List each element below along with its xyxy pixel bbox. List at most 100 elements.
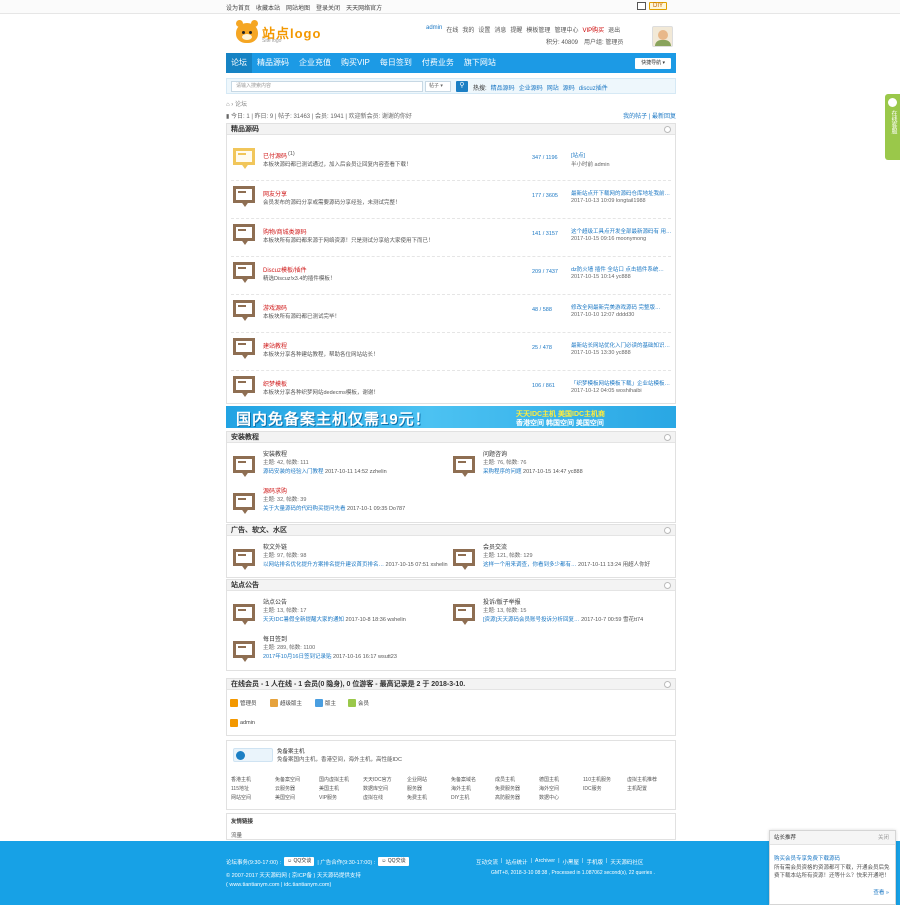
forum-icon[interactable] (233, 641, 256, 663)
partner-link[interactable]: 香港主机 (231, 776, 251, 783)
diy-button[interactable]: DIY (649, 2, 668, 10)
online-user[interactable]: admin (230, 719, 255, 727)
hot-item[interactable]: 企业源码 (519, 83, 543, 92)
admin-center-link[interactable]: 管理中心 (554, 25, 578, 34)
collapse-icon[interactable] (664, 681, 671, 688)
partner-link[interactable]: 成员主机 (495, 776, 515, 783)
forum-name[interactable]: 站点公告 (263, 597, 287, 606)
partner-link[interactable]: 高防服务器 (495, 794, 520, 801)
forum-name[interactable]: 问题咨询 (483, 449, 507, 458)
partner-link[interactable]: 数据库空间 (363, 785, 388, 792)
forum-last-post[interactable]: 最新站长网站优化入门必读的基础知识… (571, 341, 675, 349)
partner-link[interactable]: 网站空间 (231, 794, 251, 801)
partner-link[interactable]: 115地址 (231, 785, 249, 792)
messages-link[interactable]: 消息 (494, 25, 506, 34)
nav-daily-signin[interactable]: 每日签到 (375, 53, 417, 73)
top-link-official[interactable]: 天天网络官方 (346, 3, 382, 12)
footer-link[interactable]: 互动交流 (476, 858, 498, 866)
footer-link[interactable]: 站点统计 (505, 858, 527, 866)
nav-recharge[interactable]: 企业充值 (294, 53, 336, 73)
last-post-link[interactable]: 以网站排名优化提升方案排名提升建议首页排名… (263, 562, 384, 568)
hot-item[interactable]: 精品源码 (491, 83, 515, 92)
forum-icon[interactable] (453, 604, 476, 626)
partner-link[interactable]: IDC服务 (583, 785, 602, 792)
forum-last-post[interactable]: 修改全网最新完美游戏源码 完整版… (571, 303, 675, 311)
forum-icon[interactable] (233, 224, 256, 246)
forum-icon[interactable] (233, 338, 256, 360)
quick-nav-button[interactable]: 快捷导航 ▾ (635, 58, 671, 69)
vip-buy-link[interactable]: VIP购买 (582, 25, 604, 34)
forum-name[interactable]: Discuz模板/插件 (263, 265, 307, 274)
top-link-login[interactable]: 登录关闭 (316, 3, 340, 12)
collapse-icon[interactable] (664, 582, 671, 589)
nav-paid-services[interactable]: 付费业务 (417, 53, 459, 73)
last-post-link[interactable]: [资源]天天源码会员账号投诉分析回复… (483, 617, 580, 623)
partner-link[interactable]: 企业网站 (407, 776, 427, 783)
nav-premium-source[interactable]: 精品源码 (252, 53, 294, 73)
stats-right-links[interactable]: 我的帖子 | 最新回复 (623, 111, 676, 120)
usergroup-link[interactable]: 用户组: 管理员 (584, 37, 623, 46)
top-link-favorite[interactable]: 收藏本站 (256, 3, 280, 12)
partner-link[interactable]: 天天IDC官方 (363, 776, 392, 783)
notices-link[interactable]: 提醒 (510, 25, 522, 34)
partner-link[interactable]: 海外主机 (451, 785, 471, 792)
forum-icon[interactable] (233, 300, 256, 322)
footer-link[interactable]: 小黑屋 (563, 858, 580, 866)
partner-link[interactable]: 免备案空间 (275, 776, 300, 783)
partner-link[interactable]: 免费主机 (407, 794, 427, 801)
online-status[interactable]: 在线 (446, 25, 458, 34)
layout-toggle-icon[interactable] (637, 2, 646, 10)
partner-title[interactable]: 免备案主机 (277, 747, 305, 755)
partner-link[interactable]: 服务器 (407, 785, 422, 792)
forum-icon[interactable] (233, 493, 256, 515)
forum-name[interactable]: 购物/商城类源码 (263, 227, 307, 236)
footer-link[interactable]: Archiver (535, 858, 555, 866)
forum-name[interactable]: 软文外链 (263, 542, 287, 551)
forum-name[interactable]: 织梦模板 (263, 379, 287, 388)
partner-link[interactable]: 云服务器 (275, 785, 295, 792)
online-service-float[interactable]: 在线客服 (885, 94, 900, 160)
avatar[interactable] (652, 26, 673, 47)
forum-last-post[interactable]: 最新站点开下载网的源码仓库地址我前… (571, 189, 675, 197)
search-type-select[interactable]: 帖子 ▾ (425, 81, 451, 92)
forum-name[interactable]: 游戏源码 (263, 303, 287, 312)
template-admin-link[interactable]: 模板管理 (526, 25, 550, 34)
settings-link[interactable]: 设置 (478, 25, 490, 34)
forum-name[interactable]: 安装教程 (263, 449, 287, 458)
last-post-link[interactable]: 这样一个用来调查，你看到多少都有… (483, 562, 577, 568)
forum-name[interactable]: 会员交流 (483, 542, 507, 551)
forum-name[interactable]: 投诉/版子举报 (483, 597, 521, 606)
friend-link[interactable]: 流量 (231, 831, 242, 839)
search-button[interactable]: ⚲ (456, 81, 468, 92)
site-logo[interactable]: 站点logo Site logo (236, 20, 356, 47)
partner-link[interactable]: VIP服务 (319, 794, 337, 801)
collapse-icon[interactable] (664, 126, 671, 133)
footer-link[interactable]: 手机版 (586, 858, 603, 866)
popup-more-link[interactable]: 查看 » (873, 888, 889, 896)
forum-last-post[interactable]: [站点] (571, 151, 675, 159)
partner-link[interactable]: 数据中心 (539, 794, 559, 801)
hot-item[interactable]: 网站 (547, 83, 559, 92)
partner-link[interactable]: 虚拟在线 (363, 794, 383, 801)
forum-name[interactable]: 已付源码 (263, 151, 287, 160)
forum-icon[interactable] (233, 549, 256, 571)
partner-link[interactable]: 免费服务器 (495, 785, 520, 792)
forum-icon[interactable] (233, 186, 256, 208)
last-post-link[interactable]: 源码安装的经验入门教程 (263, 469, 324, 475)
last-post-link[interactable]: 采购程序的问题 (483, 469, 522, 475)
partner-link[interactable]: 免备案域名 (451, 776, 476, 783)
ad-banner[interactable]: 国内免备案主机仅需19元！ 天天IDC主机 美国IDC主机商 香港空间 韩国空间… (226, 406, 676, 428)
partner-link[interactable]: 虚拟主机推荐 (627, 776, 657, 783)
home-icon[interactable]: ⌂ (226, 102, 230, 108)
forum-last-post[interactable]: 「织梦模板网站模板下载」企业站模板… (571, 379, 675, 387)
forum-last-post[interactable]: 这个超级工具点开发全部最新源码有 用… (571, 227, 675, 235)
forum-name[interactable]: 建站教程 (263, 341, 287, 350)
partner-link[interactable]: 主机配置 (627, 785, 647, 792)
footer-link[interactable]: 天天源码社区 (610, 858, 643, 866)
forum-name[interactable]: 网友分享 (263, 189, 287, 198)
hot-item[interactable]: discuz插件 (579, 83, 608, 92)
partner-link[interactable]: 国内虚拟主机 (319, 776, 349, 783)
partner-link[interactable]: DIY主机 (451, 794, 469, 801)
last-post-link[interactable]: 关于大量源码的代码购买提问先看 (263, 506, 346, 512)
partner-link[interactable]: 德国主机 (539, 776, 559, 783)
